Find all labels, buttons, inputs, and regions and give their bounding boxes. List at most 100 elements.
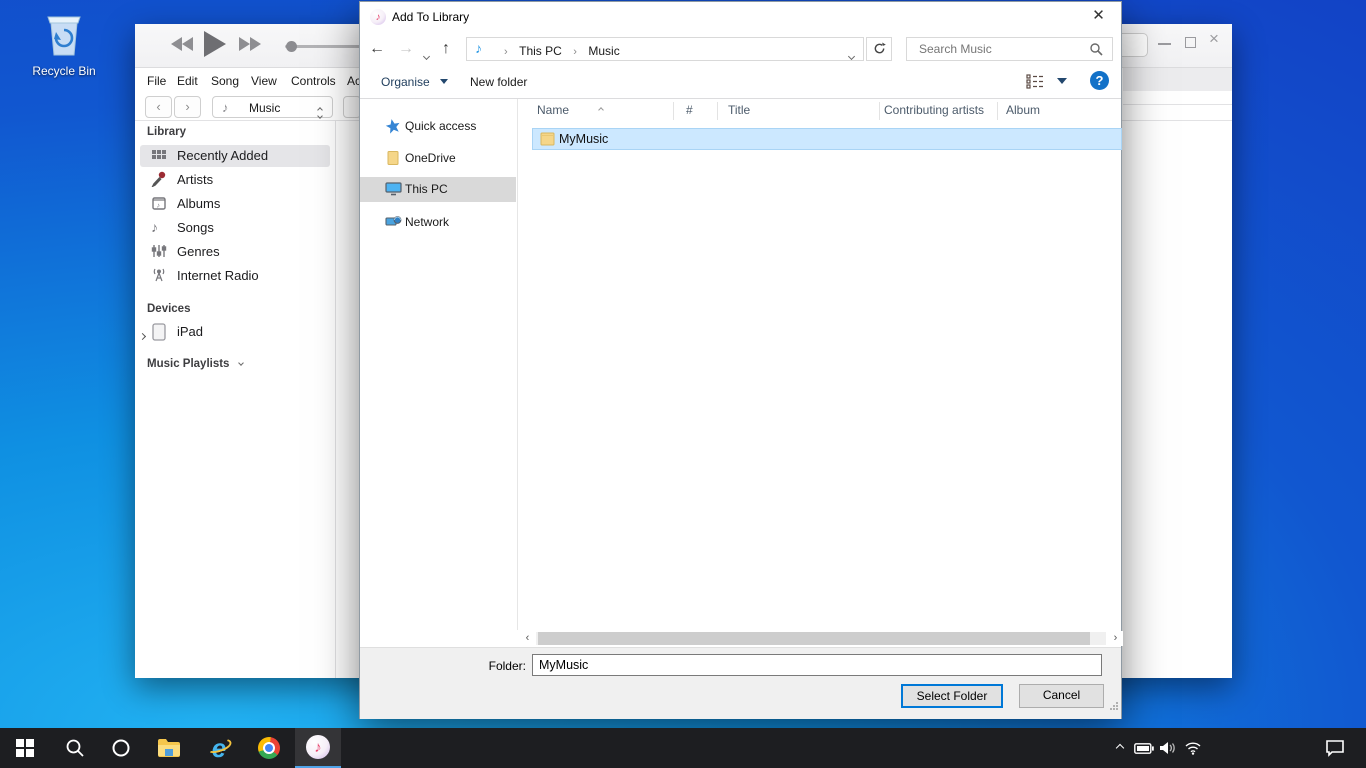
library-header: Library (147, 126, 186, 138)
menu-view[interactable]: View (251, 74, 277, 88)
dialog-title: Add To Library (392, 10, 469, 24)
column-header-contributing-artists[interactable]: Contributing artists (884, 103, 984, 117)
help-icon[interactable]: ? (1090, 71, 1109, 90)
itunes-content-header-partial (1123, 68, 1232, 91)
close-icon[interactable]: × (1209, 29, 1219, 49)
scroll-left-icon[interactable]: ‹ (520, 631, 535, 646)
chrome-icon[interactable] (246, 728, 292, 768)
breadcrumb-this-pc[interactable]: This PC (519, 44, 562, 58)
folder-icon (540, 132, 555, 151)
sidebar-item-ipad[interactable]: iPad (135, 321, 335, 343)
navpane-quick-access[interactable]: Quick access (360, 114, 516, 139)
taskbar: e ♪ (0, 728, 1366, 768)
sidebar-item-albums[interactable]: ♪ Albums (135, 193, 335, 215)
navpane-divider (517, 99, 518, 630)
horizontal-scrollbar[interactable]: ‹ › (520, 631, 1123, 646)
cancel-button[interactable]: Cancel (1019, 684, 1104, 708)
microphone-icon (151, 171, 168, 188)
file-explorer-icon[interactable] (146, 728, 192, 768)
view-details-icon[interactable] (1026, 73, 1045, 93)
itunes-forward-button[interactable]: › (174, 96, 201, 118)
select-folder-button[interactable]: Select Folder (901, 684, 1003, 708)
volume-icon[interactable] (1156, 728, 1180, 768)
this-pc-monitor-icon (385, 181, 401, 197)
recycle-bin-icon (42, 45, 86, 62)
album-icon: ♪ (151, 195, 168, 212)
dialog-close-icon[interactable]: ✕ (1076, 2, 1121, 32)
action-center-icon[interactable] (1320, 728, 1350, 768)
breadcrumb-music[interactable]: Music (588, 44, 619, 58)
organise-button[interactable]: Organise (381, 75, 448, 89)
column-header-name[interactable]: Name (537, 103, 569, 117)
wifi-icon[interactable] (1181, 728, 1205, 768)
navpane-network[interactable]: Network (360, 210, 516, 235)
add-to-library-dialog: ♪ Add To Library ✕ ← → ↑ ♪ › This PC › M… (359, 1, 1122, 719)
file-row-mymusic[interactable]: MyMusic (532, 128, 1122, 150)
itunes-back-button[interactable]: ‹ (145, 96, 172, 118)
minimize-icon[interactable] (1158, 43, 1171, 45)
music-note-icon: ♪ (222, 100, 229, 115)
next-track-icon[interactable] (239, 36, 263, 57)
menu-controls[interactable]: Controls (291, 74, 336, 88)
previous-track-icon[interactable] (171, 36, 195, 57)
sidebar-item-songs[interactable]: ♪ Songs (135, 217, 335, 239)
radio-tower-icon (151, 267, 168, 284)
scroll-right-icon[interactable]: › (1108, 631, 1123, 646)
column-header-title[interactable]: Title (728, 103, 750, 117)
volume-slider-thumb[interactable] (286, 41, 297, 52)
back-arrow-icon[interactable]: ← (369, 38, 385, 60)
play-icon[interactable] (202, 31, 226, 62)
sidebar-divider (335, 120, 336, 678)
column-header-album[interactable]: Album (1006, 103, 1040, 117)
folder-name-input[interactable] (532, 654, 1102, 676)
search-placeholder: Search Music (919, 42, 992, 56)
svg-text:♪: ♪ (157, 203, 161, 210)
column-header-number[interactable]: # (686, 103, 693, 117)
dropdown-triangle-icon (440, 79, 448, 84)
sidebar-item-genres[interactable]: Genres (135, 241, 335, 263)
navpane-onedrive[interactable]: OneDrive (360, 146, 516, 171)
forward-arrow-icon[interactable]: → (398, 38, 414, 60)
devices-header: Devices (147, 303, 190, 315)
itunes-taskbar-icon[interactable]: ♪ (295, 728, 341, 768)
media-selector-value: Music (249, 101, 280, 115)
onedrive-folder-icon (385, 150, 401, 166)
view-dropdown-triangle-icon[interactable] (1057, 78, 1067, 84)
grid-icon (151, 147, 168, 164)
search-icon[interactable] (1089, 42, 1103, 61)
hidden-icons-chevron-icon[interactable] (1108, 728, 1132, 768)
cortana-icon[interactable] (98, 728, 144, 768)
sidebar-item-artists[interactable]: Artists (135, 169, 335, 191)
sidebar-item-internet-radio[interactable]: Internet Radio (135, 265, 335, 287)
battery-icon[interactable] (1132, 728, 1156, 768)
sidebar-item-recently-added[interactable]: Recently Added (135, 145, 335, 167)
start-button[interactable] (2, 728, 48, 768)
itunes-note-icon: ♪ (475, 40, 482, 56)
scrollbar-thumb[interactable] (538, 632, 1090, 645)
taskbar-search-icon[interactable] (52, 728, 98, 768)
navpane-this-pc[interactable]: This PC (360, 177, 516, 202)
up-arrow-icon[interactable]: ↑ (442, 38, 450, 60)
expand-arrow-icon[interactable] (139, 333, 146, 340)
resize-grip[interactable] (1109, 698, 1119, 716)
dialog-titlebar[interactable]: ♪ Add To Library ✕ (360, 2, 1121, 32)
internet-explorer-icon[interactable]: e (196, 728, 242, 768)
address-bar[interactable]: ♪ › This PC › Music (466, 37, 864, 61)
refresh-button[interactable] (866, 37, 892, 61)
recent-locations-chevron-icon[interactable] (424, 46, 429, 64)
divider (1123, 104, 1232, 105)
address-dropdown-chevron-icon[interactable] (849, 46, 854, 64)
itunes-media-selector[interactable]: ♪ Music (212, 96, 333, 118)
menu-edit[interactable]: Edit (177, 74, 198, 88)
chevron-down-icon (238, 360, 244, 366)
menu-file[interactable]: File (147, 74, 166, 88)
recycle-bin-label: Recycle Bin (28, 64, 100, 78)
dialog-toolbar: Organise New folder ? (360, 66, 1121, 99)
new-folder-button[interactable]: New folder (470, 75, 527, 89)
quick-access-star-icon (385, 118, 401, 134)
menu-song[interactable]: Song (211, 74, 239, 88)
maximize-icon[interactable] (1185, 37, 1196, 48)
recycle-bin-shortcut[interactable]: Recycle Bin (28, 8, 100, 80)
music-playlists-header[interactable]: Music Playlists (147, 358, 243, 370)
search-box[interactable]: Search Music (906, 37, 1113, 61)
